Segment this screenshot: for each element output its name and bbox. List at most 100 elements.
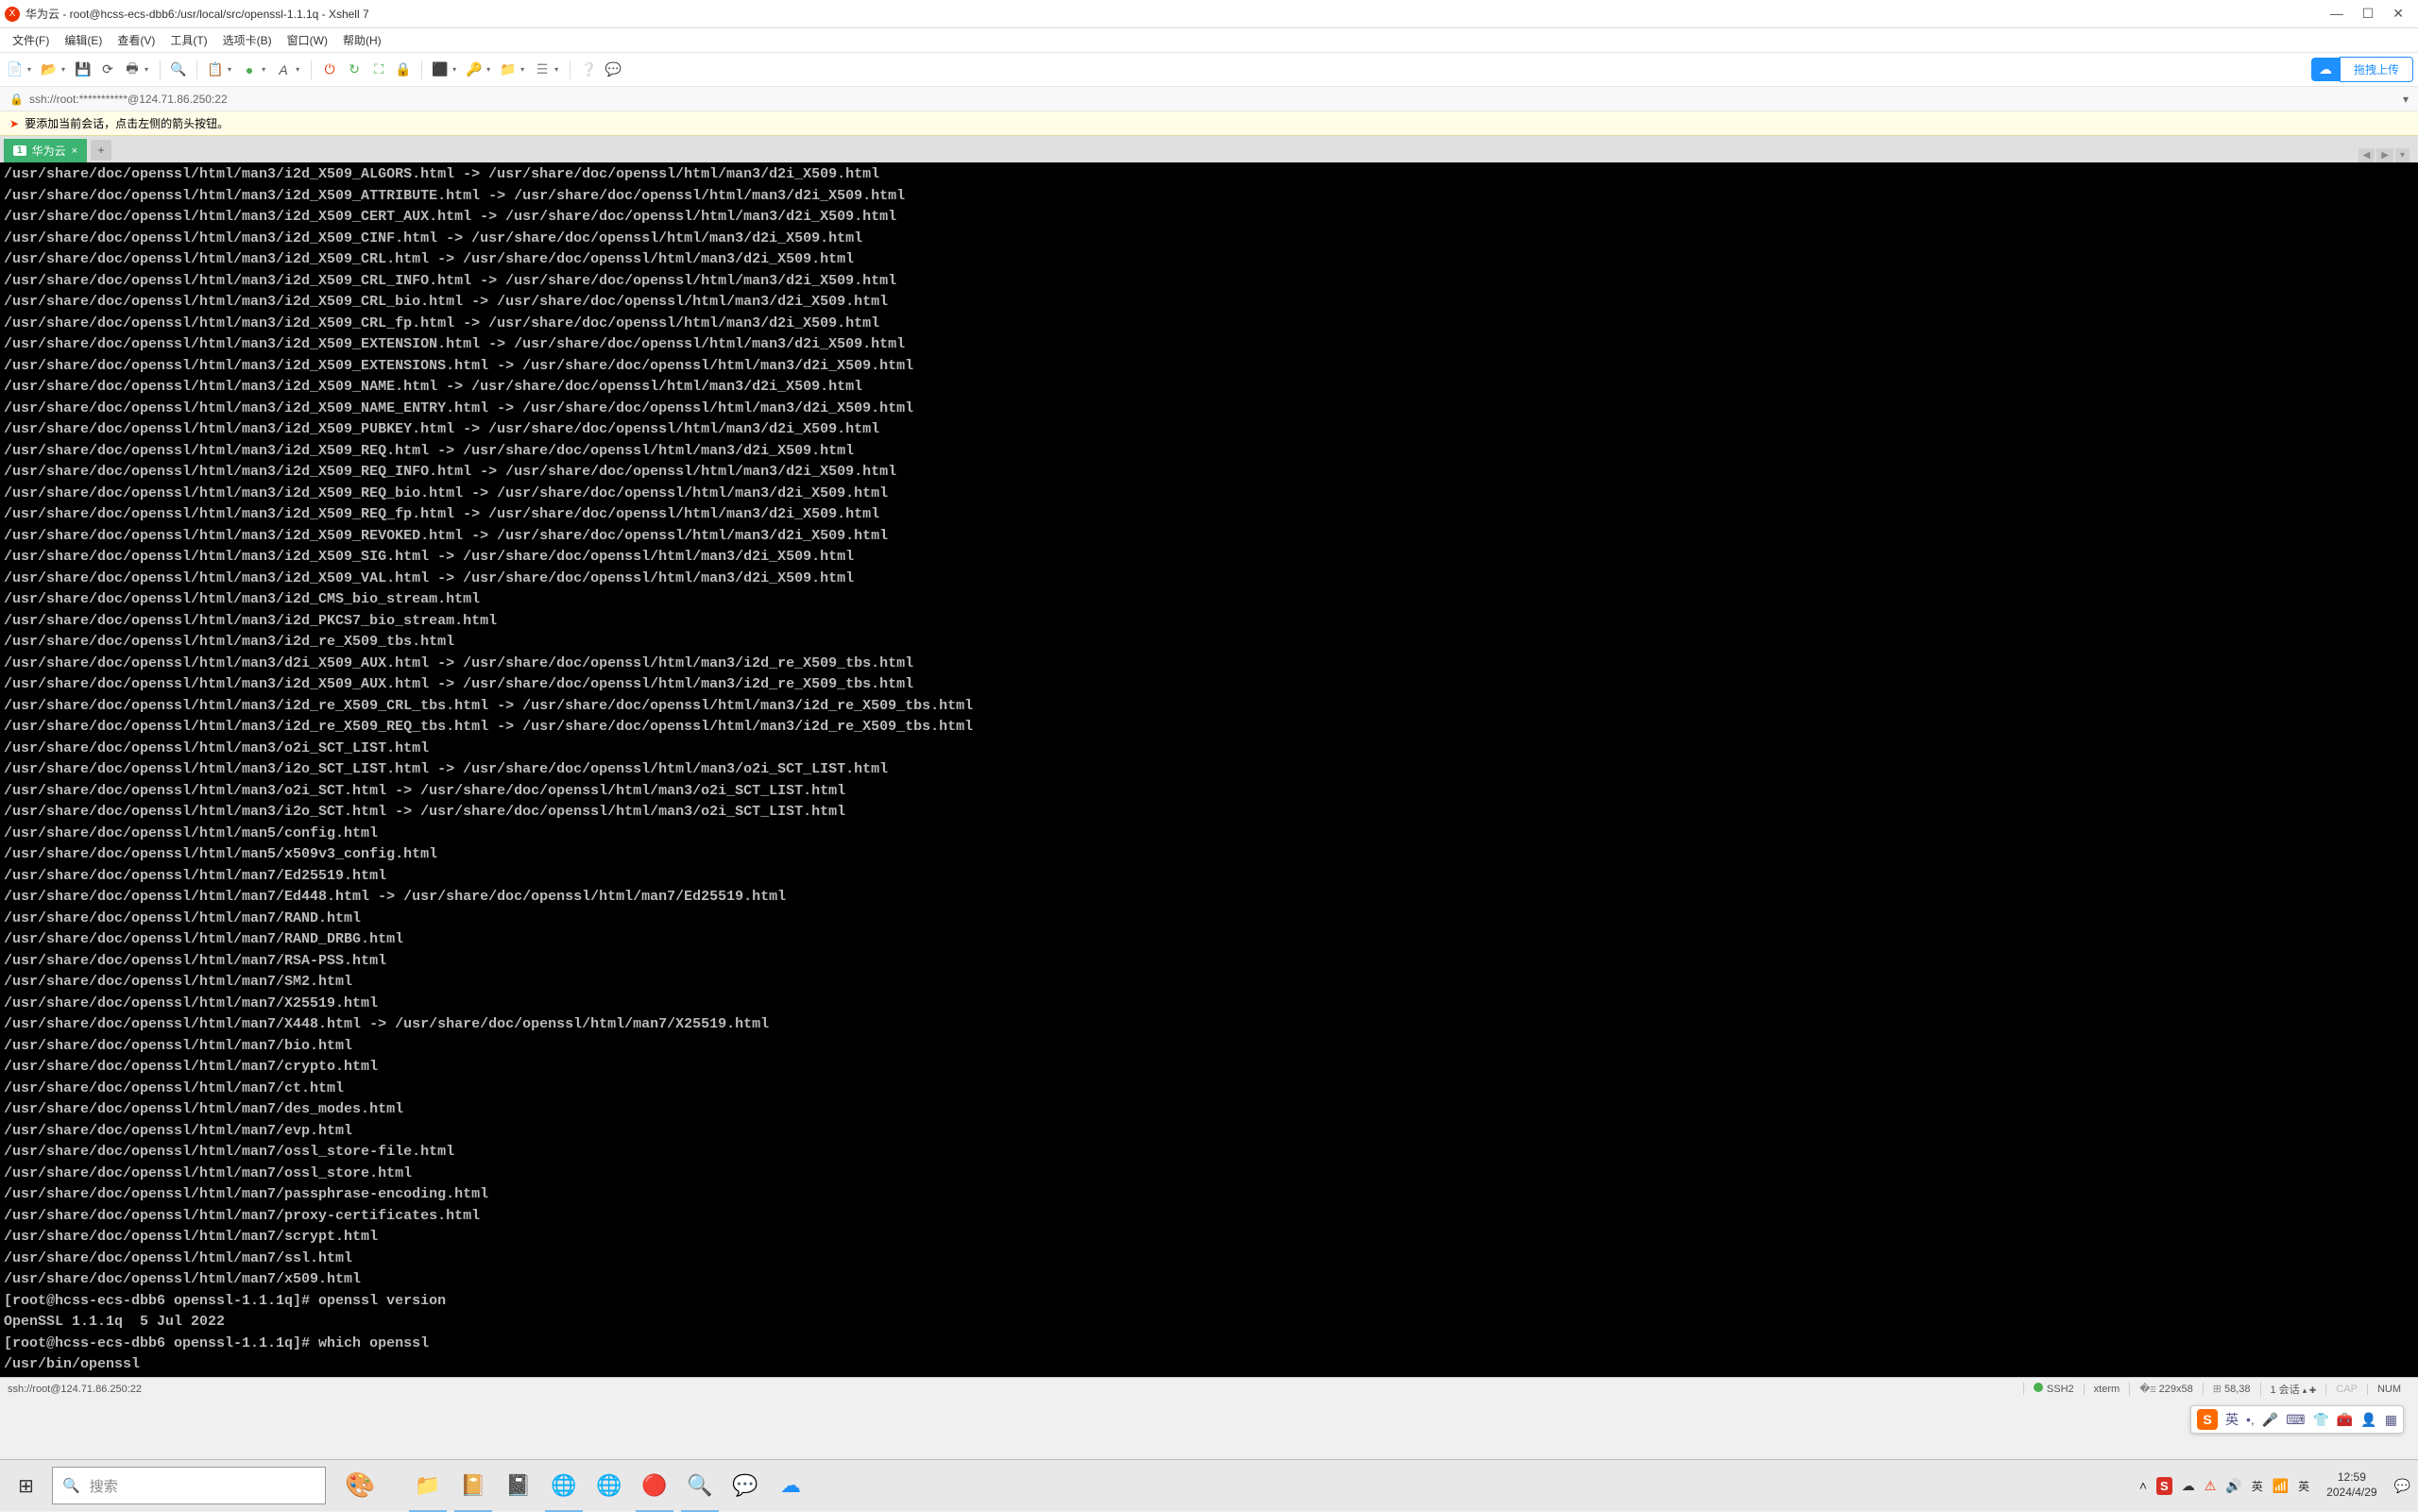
minimize-button[interactable]: —	[2330, 6, 2343, 22]
notepad-icon[interactable]: 📓	[496, 1460, 541, 1512]
ime-mode-indicator[interactable]: 英	[2298, 1478, 2309, 1494]
list-button[interactable]: ☰	[532, 59, 553, 80]
dropdown-icon[interactable]: ▾	[228, 65, 231, 74]
session-tab[interactable]: 1 华为云 ×	[4, 139, 87, 162]
tab-list-button[interactable]: ▾	[2395, 148, 2409, 162]
start-button[interactable]: ⊞	[0, 1460, 52, 1512]
tray-volume-icon[interactable]: 🔊	[2225, 1478, 2241, 1494]
open-button[interactable]: 📂	[39, 59, 60, 80]
system-tray: ˄ S ☁ ⚠ 🔊 英 📶 英 12:59 2024/4/29 💬	[2139, 1470, 2418, 1500]
everything-icon[interactable]: 🔍	[677, 1460, 723, 1512]
address-bar[interactable]: 🔒 ssh://root:***********@124.71.86.250:2…	[0, 87, 2418, 111]
disconnect-button[interactable]: ⏻	[319, 59, 340, 80]
ime-toolbox-icon[interactable]: 🧰	[2337, 1412, 2353, 1428]
separator	[196, 60, 197, 79]
add-tab-button[interactable]: +	[91, 140, 111, 161]
color-button[interactable]: ●	[239, 59, 260, 80]
key-button[interactable]: 🔑	[464, 59, 485, 80]
dropdown-icon[interactable]: ▾	[145, 65, 148, 74]
taskbar-search[interactable]: 🔍 搜索	[52, 1467, 326, 1504]
status-connection: ssh://root@124.71.86.250:22	[8, 1384, 2023, 1395]
search-icon: 🔍	[62, 1477, 80, 1494]
save-button[interactable]: 💾	[73, 59, 94, 80]
ime-language[interactable]: 英	[2225, 1410, 2239, 1429]
ime-indicator[interactable]: S	[2156, 1477, 2172, 1495]
separator	[160, 60, 161, 79]
fullscreen-button[interactable]: ⛶	[368, 59, 389, 80]
status-protocol: SSH2	[2023, 1383, 2084, 1395]
ime-keyboard-icon[interactable]: ⌨	[2286, 1412, 2305, 1428]
print-button[interactable]: 🖶	[122, 59, 143, 80]
status-position: ⊞ 58,38	[2203, 1383, 2260, 1395]
tray-wifi-icon[interactable]: 📶	[2273, 1478, 2289, 1494]
menu-bar: 文件(F) 编辑(E) 查看(V) 工具(T) 选项卡(B) 窗口(W) 帮助(…	[0, 28, 2418, 53]
file-explorer-icon[interactable]: 📁	[405, 1460, 451, 1512]
arrow-icon[interactable]: ➤	[9, 117, 19, 130]
folder-button[interactable]: 📁	[498, 59, 519, 80]
tab-next-button[interactable]: ▶	[2376, 148, 2393, 162]
dropdown-icon[interactable]: ▾	[486, 65, 490, 74]
ime-toolbar[interactable]: S 英 •, 🎤 ⌨ 👕 🧰 👤 ▦	[2190, 1405, 2404, 1434]
maximize-button[interactable]: ☐	[2362, 6, 2375, 22]
tab-prev-button[interactable]: ◀	[2358, 148, 2375, 162]
tray-network-icon[interactable]: ⚠	[2205, 1478, 2217, 1494]
notification-icon[interactable]: 💬	[2394, 1478, 2410, 1494]
font-button[interactable]: A	[273, 59, 294, 80]
dropdown-icon[interactable]: ▾	[554, 65, 558, 74]
cloud-icon[interactable]: ☁	[768, 1460, 813, 1512]
find-button[interactable]: 🔍	[168, 59, 189, 80]
copy-button[interactable]: 📋	[205, 59, 226, 80]
tab-close-icon[interactable]: ×	[72, 145, 77, 157]
dropdown-icon[interactable]: ▾	[2403, 93, 2409, 106]
refresh-button[interactable]: ↻	[344, 59, 365, 80]
menu-tabs[interactable]: 选项卡(B)	[215, 28, 280, 52]
cloud-icon[interactable]: ☁	[2311, 58, 2340, 81]
menu-view[interactable]: 查看(V)	[110, 28, 162, 52]
app-icon: X	[5, 7, 20, 22]
dropdown-icon[interactable]: ▾	[296, 65, 299, 74]
info-text: 要添加当前会话，点击左侧的箭头按钮。	[25, 115, 229, 131]
terminal-output[interactable]: /usr/share/doc/openssl/html/man3/i2d_X50…	[0, 162, 2418, 1377]
dropdown-icon[interactable]: ▾	[61, 65, 65, 74]
chrome2-icon[interactable]: 🌐	[587, 1460, 632, 1512]
ime-lang-indicator[interactable]: 英	[2252, 1478, 2263, 1494]
notes-app-icon[interactable]: 📔	[451, 1460, 496, 1512]
tab-label: 华为云	[32, 143, 66, 159]
close-button[interactable]: ✕	[2392, 6, 2404, 22]
pinned-apps: 📁 📔 📓 🌐 🌐 🔴 🔍 💬 ☁	[405, 1460, 813, 1512]
desktop-pets-widget[interactable]	[335, 1465, 401, 1507]
menu-tools[interactable]: 工具(T)	[162, 28, 214, 52]
dropdown-icon[interactable]: ▾	[520, 65, 524, 74]
tab-bar: 1 华为云 × + ◀ ▶ ▾	[0, 136, 2418, 162]
ime-user-icon[interactable]: 👤	[2360, 1412, 2376, 1428]
ime-grid-icon[interactable]: ▦	[2385, 1412, 2397, 1428]
ime-punct-icon[interactable]: •,	[2246, 1412, 2255, 1427]
xshell-icon[interactable]: 🔴	[632, 1460, 677, 1512]
tray-up-icon[interactable]: ˄	[2139, 1478, 2147, 1493]
menu-help[interactable]: 帮助(H)	[335, 28, 389, 52]
ime-voice-icon[interactable]: 🎤	[2262, 1412, 2278, 1428]
menu-edit[interactable]: 编辑(E)	[57, 28, 110, 52]
reconnect-button[interactable]: ⟳	[97, 59, 118, 80]
address-text: ssh://root:***********@124.71.86.250:22	[29, 93, 228, 106]
tray-cloud-icon[interactable]: ☁	[2182, 1478, 2195, 1494]
status-term: xterm	[2084, 1384, 2130, 1395]
ime-skin-icon[interactable]: 👕	[2312, 1412, 2328, 1428]
help-button[interactable]: ❔	[578, 59, 599, 80]
dropdown-icon[interactable]: ▾	[27, 65, 31, 74]
chat-button[interactable]: 💬	[603, 59, 623, 80]
wechat-icon[interactable]: 💬	[723, 1460, 768, 1512]
dropdown-icon[interactable]: ▾	[452, 65, 456, 74]
new-session-button[interactable]: 📄	[5, 59, 26, 80]
chrome-icon[interactable]: 🌐	[541, 1460, 587, 1512]
dropdown-icon[interactable]: ▾	[262, 65, 265, 74]
search-placeholder: 搜索	[90, 1476, 118, 1496]
taskbar-clock[interactable]: 12:59 2024/4/29	[2319, 1470, 2384, 1500]
highlight-button[interactable]: ⬛	[430, 59, 451, 80]
menu-file[interactable]: 文件(F)	[5, 28, 57, 52]
lock-button[interactable]: 🔒	[393, 59, 414, 80]
sogou-logo-icon[interactable]: S	[2197, 1409, 2218, 1430]
status-bar: ssh://root@124.71.86.250:22 SSH2 xterm �…	[0, 1377, 2418, 1400]
upload-button[interactable]: 拖拽上传	[2340, 57, 2413, 82]
menu-window[interactable]: 窗口(W)	[280, 28, 335, 52]
